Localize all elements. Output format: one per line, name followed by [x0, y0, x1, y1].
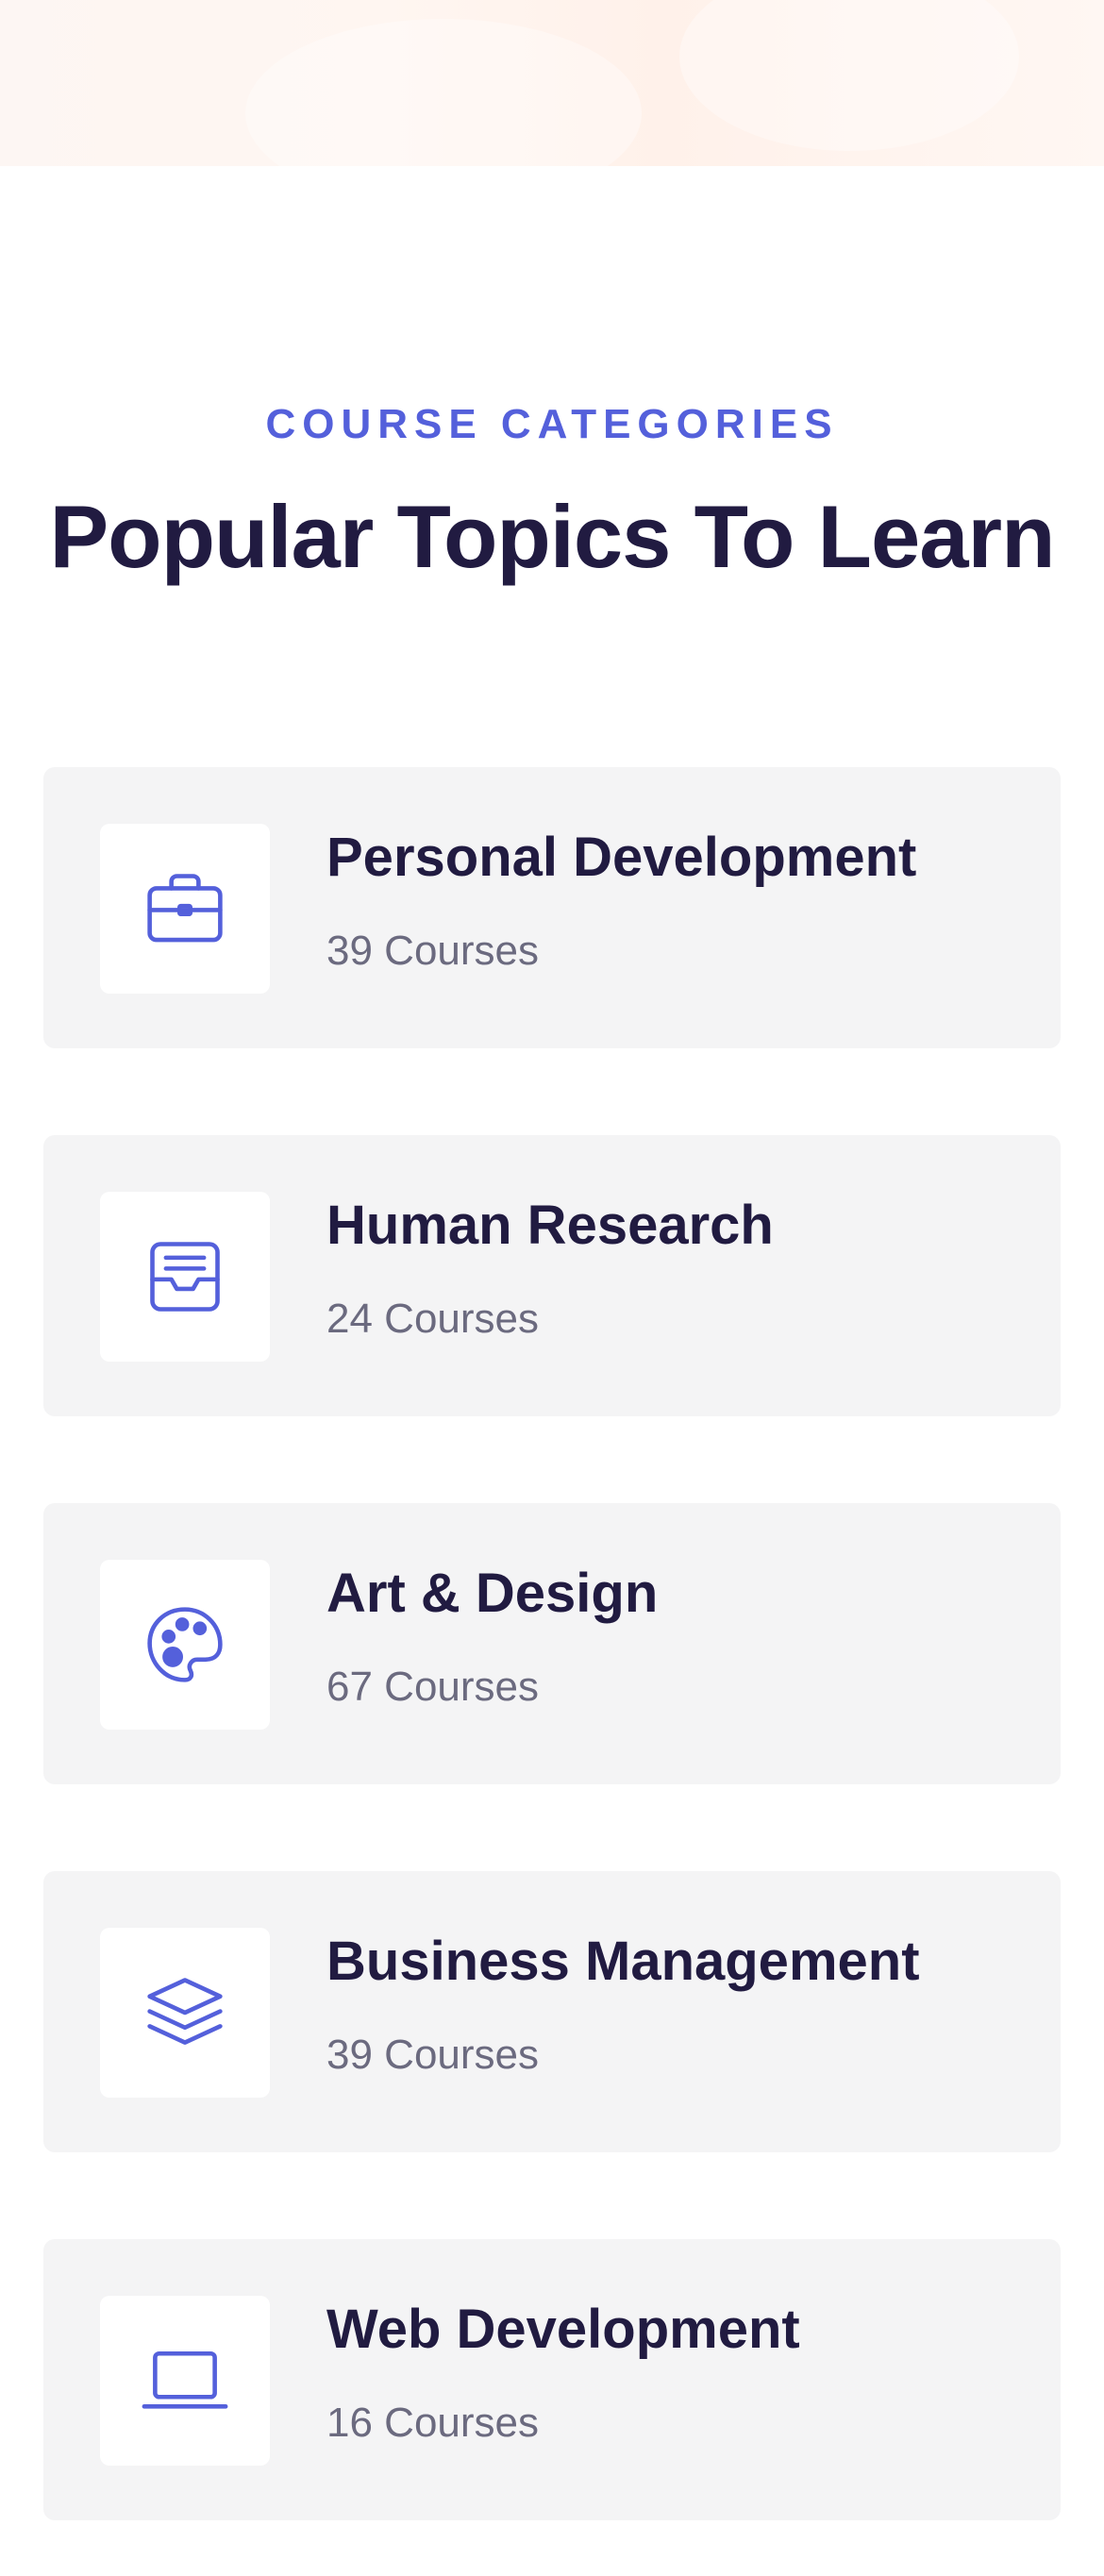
- category-icon-box: [100, 1560, 270, 1730]
- inbox-icon: [150, 1242, 220, 1312]
- category-title: Web Development: [326, 2299, 800, 2360]
- category-title: Business Management: [326, 1931, 920, 1992]
- category-card-web-development[interactable]: Web Development 16 Courses: [43, 2239, 1061, 2520]
- category-title: Personal Development: [326, 827, 917, 888]
- layers-icon: [147, 1978, 223, 2045]
- category-course-count: 67 Courses: [326, 1664, 540, 1710]
- section-eyebrow: COURSE CATEGORIES: [265, 401, 839, 447]
- category-course-count: 39 Courses: [326, 928, 540, 974]
- hero-banner-strip: [0, 0, 1104, 208]
- briefcase-icon: [147, 874, 223, 943]
- laptop-icon: [142, 2350, 228, 2409]
- category-icon-box: [100, 1928, 270, 2098]
- category-card-personal-development[interactable]: Personal Development 39 Courses: [43, 767, 1061, 1048]
- category-card-business-management[interactable]: Business Management 39 Courses: [43, 1871, 1061, 2152]
- category-icon-box: [100, 2296, 270, 2466]
- category-course-count: 24 Courses: [326, 1296, 540, 1342]
- category-icon-box: [100, 1192, 270, 1362]
- category-course-count: 39 Courses: [326, 2032, 540, 2078]
- category-icon-box: [100, 824, 270, 994]
- section-title: Popular Topics To Learn: [49, 487, 1055, 586]
- category-card-human-research[interactable]: Human Research 24 Courses: [43, 1135, 1061, 1416]
- category-card-art-design[interactable]: Art & Design 67 Courses: [43, 1503, 1061, 1784]
- category-title: Human Research: [326, 1195, 774, 1256]
- category-course-count: 16 Courses: [326, 2400, 540, 2446]
- category-title: Art & Design: [326, 1563, 659, 1624]
- palette-icon: [147, 1607, 223, 1682]
